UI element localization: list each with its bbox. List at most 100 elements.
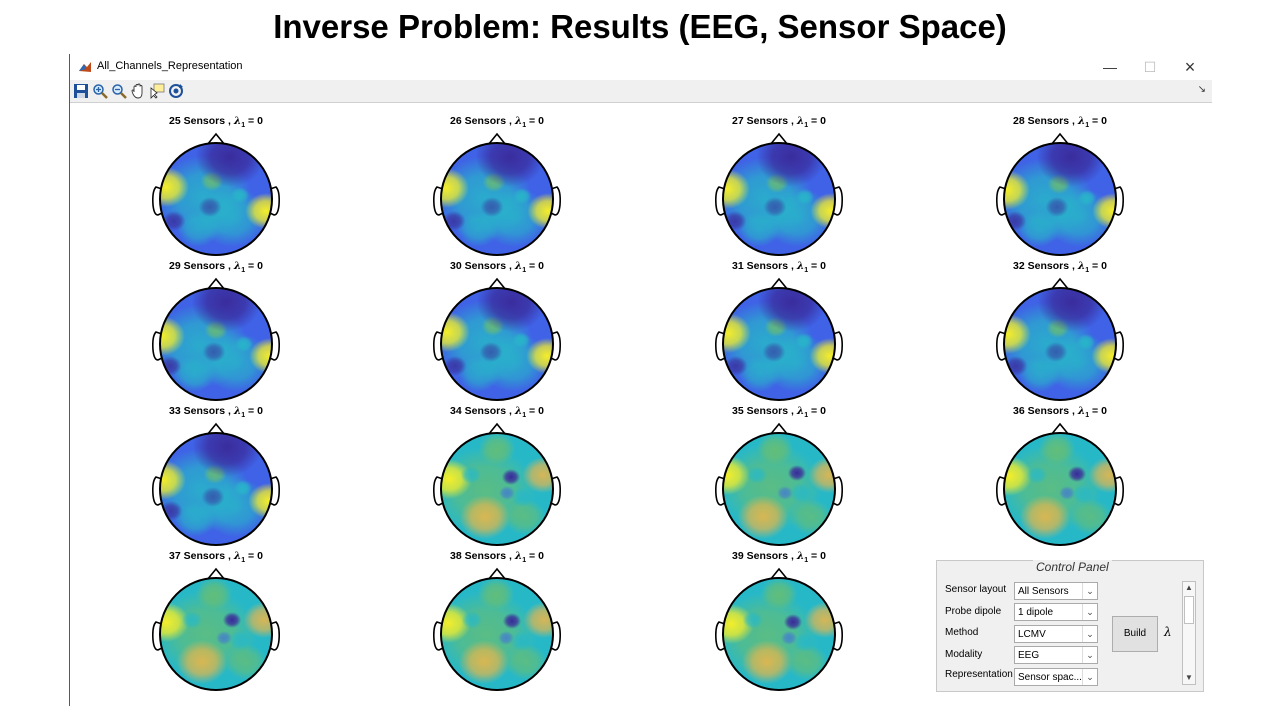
chevron-down-icon: ⌄: [1082, 669, 1097, 685]
sensor-count: 34 Sensors ,: [450, 405, 515, 417]
topography-field: [441, 578, 553, 690]
sensor-count: 37 Sensors ,: [169, 550, 234, 562]
topography-field: [441, 288, 553, 400]
topoplot-title: 29 Sensors , λ1 = 0: [169, 260, 263, 274]
topoplot: 38 Sensors , λ1 = 0: [433, 550, 561, 691]
lambda-symbol: λ: [233, 405, 241, 417]
modality-value: EEG: [1018, 650, 1040, 661]
topoplot: 33 Sensors , λ1 = 0: [152, 405, 280, 546]
modality-label: Modality: [945, 649, 983, 660]
topoplot-title: 32 Sensors , λ1 = 0: [1013, 260, 1107, 274]
lambda-value: = 0: [526, 115, 544, 127]
method-value: LCMV: [1018, 629, 1046, 640]
probe-dipole-select[interactable]: 1 dipole ⌄: [1014, 603, 1098, 621]
topography-field: [160, 578, 272, 690]
lambda-value: = 0: [526, 550, 544, 562]
lambda-symbol: λ: [514, 550, 522, 562]
topoplot-title: 36 Sensors , λ1 = 0: [1013, 405, 1107, 419]
topoplot: 26 Sensors , λ1 = 0: [433, 115, 561, 256]
topoplot-title: 31 Sensors , λ1 = 0: [732, 260, 826, 274]
slider-thumb[interactable]: [1184, 596, 1194, 624]
probe-dipole-label: Probe dipole: [945, 606, 1002, 617]
topoplot: 32 Sensors , λ1 = 0: [996, 260, 1124, 401]
topoplot-title: 34 Sensors , λ1 = 0: [450, 405, 544, 419]
topoplot: 36 Sensors , λ1 = 0: [996, 405, 1124, 546]
topography-field: [1004, 288, 1116, 400]
sensor-layout-value: All Sensors: [1018, 586, 1069, 597]
lambda-value: = 0: [808, 115, 826, 127]
topoplot: 34 Sensors , λ1 = 0: [433, 405, 561, 546]
sensor-count: 27 Sensors ,: [732, 115, 797, 127]
method-select[interactable]: LCMV ⌄: [1014, 625, 1098, 643]
lambda-slider[interactable]: ▲ ▼: [1182, 581, 1196, 685]
lambda-symbol: λ: [514, 115, 522, 127]
lambda-symbol: λ: [233, 260, 241, 272]
sensor-count: 31 Sensors ,: [732, 260, 797, 272]
topoplot-title: 35 Sensors , λ1 = 0: [732, 405, 826, 419]
lambda-value: = 0: [808, 405, 826, 417]
lambda-symbol: λ: [514, 260, 522, 272]
topography-field: [723, 433, 835, 545]
topography-field: [1004, 143, 1116, 255]
lambda-symbol: λ: [796, 115, 804, 127]
representation-label: Representation: [945, 669, 1013, 680]
method-label: Method: [945, 627, 979, 638]
topoplot: 25 Sensors , λ1 = 0: [152, 115, 280, 256]
topoplot-title: 39 Sensors , λ1 = 0: [732, 550, 826, 564]
topography-field: [723, 578, 835, 690]
sensor-count: 29 Sensors ,: [169, 260, 234, 272]
lambda-value: = 0: [245, 115, 263, 127]
topography-field: [441, 143, 553, 255]
topoplot-title: 30 Sensors , λ1 = 0: [450, 260, 544, 274]
topoplot: 31 Sensors , λ1 = 0: [715, 260, 843, 401]
sensor-layout-label: Sensor layout: [945, 584, 1007, 595]
sensor-count: 25 Sensors ,: [169, 115, 234, 127]
sensor-count: 28 Sensors ,: [1013, 115, 1078, 127]
build-button[interactable]: Build: [1112, 616, 1158, 652]
topoplot: 28 Sensors , λ1 = 0: [996, 115, 1124, 256]
topoplot: 27 Sensors , λ1 = 0: [715, 115, 843, 256]
modality-select[interactable]: EEG ⌄: [1014, 646, 1098, 664]
sensor-count: 26 Sensors ,: [450, 115, 515, 127]
lambda-value: = 0: [808, 550, 826, 562]
topoplot: 30 Sensors , λ1 = 0: [433, 260, 561, 401]
sensor-count: 33 Sensors ,: [169, 405, 234, 417]
topoplot-title: 26 Sensors , λ1 = 0: [450, 115, 544, 129]
lambda-symbol: λ: [233, 115, 241, 127]
topoplot-title: 28 Sensors , λ1 = 0: [1013, 115, 1107, 129]
scroll-up-icon[interactable]: ▲: [1183, 582, 1195, 594]
sensor-count: 36 Sensors ,: [1013, 405, 1078, 417]
topography-field: [1004, 433, 1116, 545]
topography-field: [723, 143, 835, 255]
lambda-symbol: λ: [514, 405, 522, 417]
representation-value: Sensor spac...: [1018, 672, 1082, 683]
chevron-down-icon: ⌄: [1082, 583, 1097, 599]
representation-select[interactable]: Sensor spac... ⌄: [1014, 668, 1098, 686]
chevron-down-icon: ⌄: [1082, 626, 1097, 642]
lambda-symbol: λ: [796, 260, 804, 272]
probe-dipole-value: 1 dipole: [1018, 607, 1054, 618]
topoplot-title: 38 Sensors , λ1 = 0: [450, 550, 544, 564]
lambda-value: = 0: [1089, 260, 1107, 272]
lambda-value: = 0: [1089, 115, 1107, 127]
lambda-symbol: λ: [1077, 405, 1085, 417]
sensor-count: 35 Sensors ,: [732, 405, 797, 417]
lambda-value: = 0: [1089, 405, 1107, 417]
lambda-symbol: λ: [1077, 115, 1085, 127]
lambda-value: = 0: [808, 260, 826, 272]
topoplot-title: 33 Sensors , λ1 = 0: [169, 405, 263, 419]
topography-field: [160, 288, 272, 400]
lambda-symbol: λ: [233, 550, 241, 562]
topoplot: 37 Sensors , λ1 = 0: [152, 550, 280, 691]
topoplot-title: 27 Sensors , λ1 = 0: [732, 115, 826, 129]
topoplot: 29 Sensors , λ1 = 0: [152, 260, 280, 401]
lambda-symbol: λ: [796, 405, 804, 417]
sensor-layout-select[interactable]: All Sensors ⌄: [1014, 582, 1098, 600]
scroll-down-icon[interactable]: ▼: [1183, 672, 1195, 684]
chevron-down-icon: ⌄: [1082, 604, 1097, 620]
sensor-count: 32 Sensors ,: [1013, 260, 1078, 272]
lambda-value: = 0: [526, 260, 544, 272]
lambda-symbol: λ: [1077, 260, 1085, 272]
sensor-count: 39 Sensors ,: [732, 550, 797, 562]
topography-field: [160, 433, 272, 545]
